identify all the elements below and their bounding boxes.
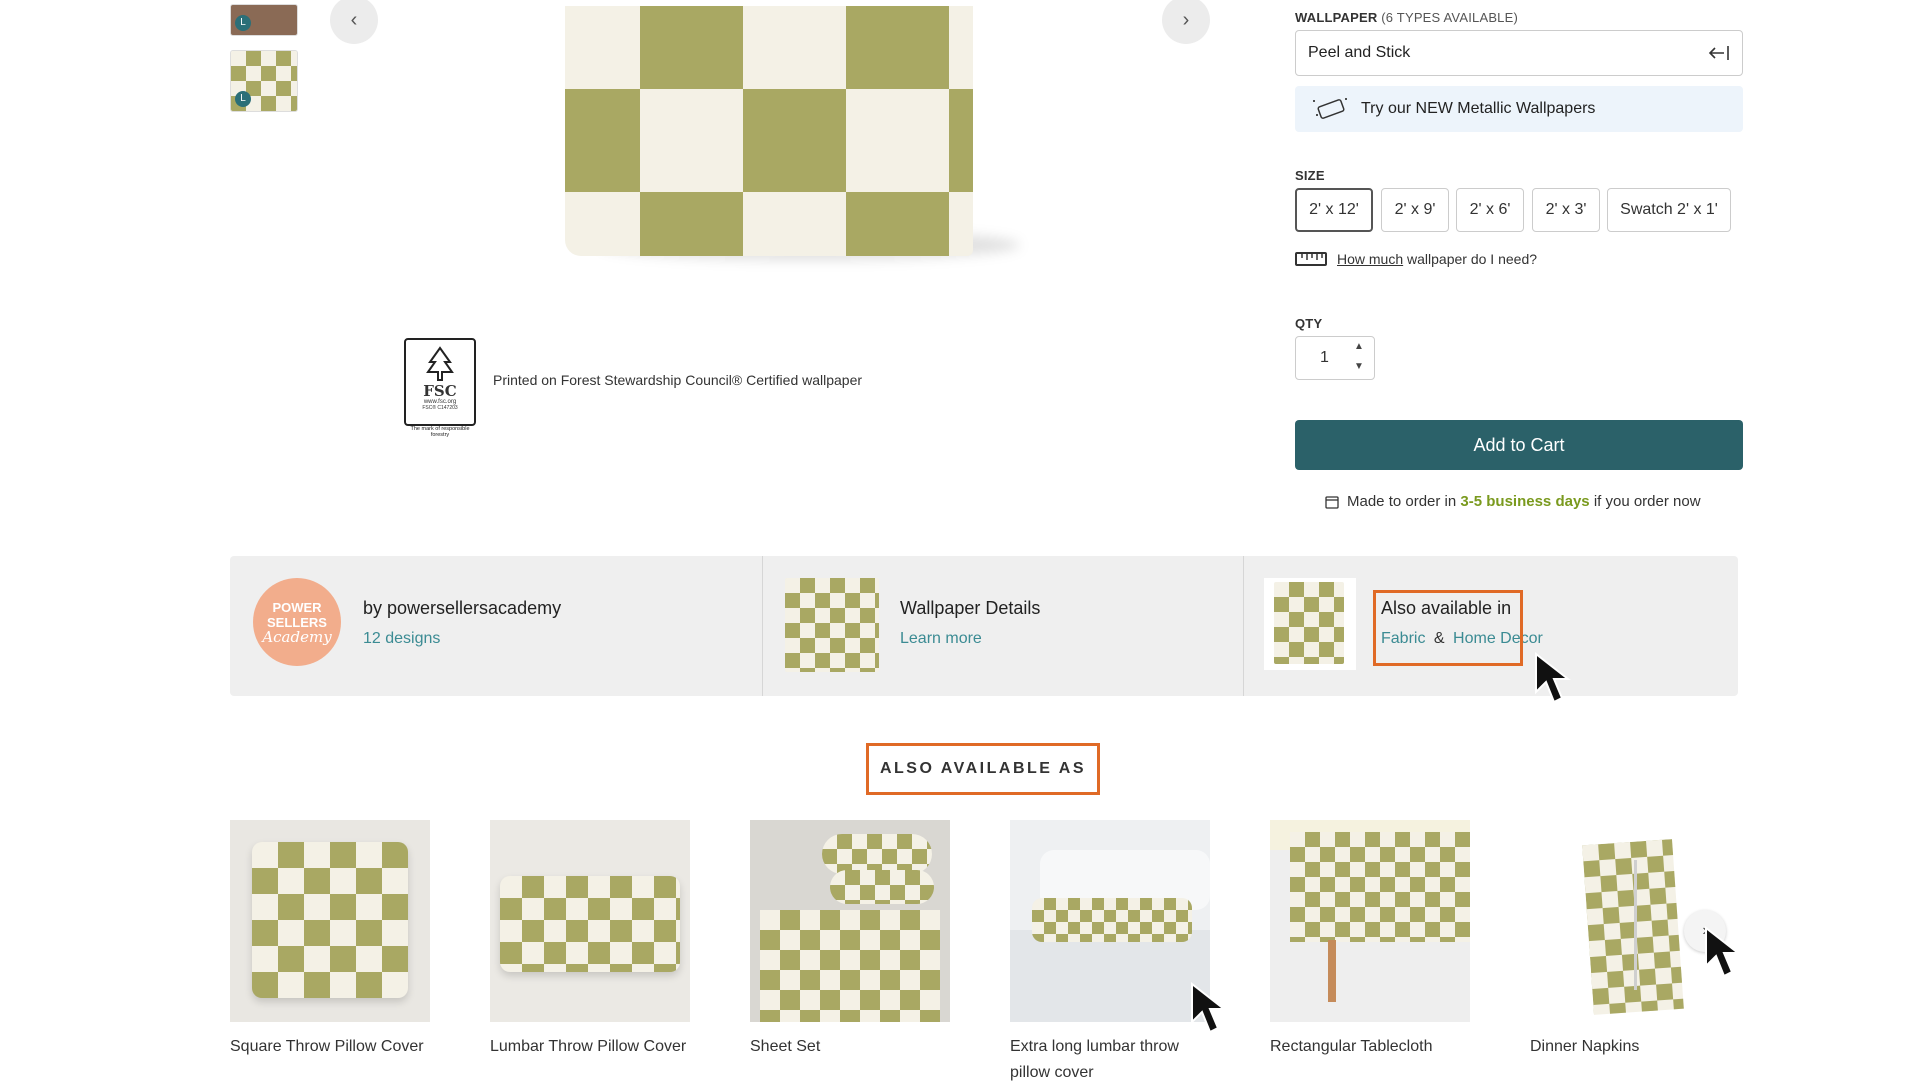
- size-help-text: wallpaper do I need?: [1407, 251, 1538, 267]
- product-image-lumbar-pillow[interactable]: [490, 820, 690, 1022]
- fsc-code: FSC® C147203: [422, 405, 458, 411]
- lumbar-pattern: [500, 876, 680, 972]
- quantity-value: 1: [1320, 349, 1329, 366]
- also-available-pattern-thumbnail: [1274, 582, 1344, 664]
- tablecloth-pattern: [1290, 832, 1470, 942]
- add-to-cart-button[interactable]: Add to Cart: [1295, 420, 1743, 470]
- wallpaper-details-title[interactable]: Wallpaper Details: [900, 598, 1040, 619]
- order-days: 3-5 business days: [1460, 493, 1590, 510]
- fsc-logo: FSC www.fsc.org FSC® C147203: [404, 338, 476, 426]
- chevron-up-icon[interactable]: ▲: [1354, 341, 1364, 352]
- gallery-thumbnail-1[interactable]: L: [230, 4, 298, 36]
- designer-name[interactable]: by powersellersacademy: [363, 598, 561, 619]
- fsc-tagline: The mark of responsible forestry: [410, 426, 470, 438]
- metallic-promo-banner[interactable]: Try our NEW Metallic Wallpapers: [1295, 86, 1743, 132]
- product-name-lumbar-pillow[interactable]: Lumbar Throw Pillow Cover: [490, 1034, 710, 1060]
- product-image-extra-long-lumbar[interactable]: [1010, 820, 1210, 1022]
- also-available-as-heading: ALSO AVAILABLE AS: [866, 743, 1100, 795]
- also-available-highlight: [1373, 590, 1523, 666]
- product-name-sheet-set[interactable]: Sheet Set: [750, 1034, 970, 1060]
- calendar-icon: [1325, 495, 1339, 509]
- sheet-stack: [760, 910, 940, 1022]
- mouse-pointer-icon: [1191, 982, 1227, 1034]
- wallpaper-roll-image: [565, 6, 973, 256]
- fsc-logo-text: FSC: [423, 382, 457, 400]
- pillow-pattern: [252, 842, 408, 998]
- learn-more-link[interactable]: Learn more: [900, 630, 982, 648]
- metallic-promo-text: Try our NEW Metallic Wallpapers: [1361, 100, 1596, 117]
- product-name-dinner-napkins[interactable]: Dinner Napkins: [1530, 1034, 1750, 1060]
- designer-avatar[interactable]: POWER SELLERS Academy: [253, 578, 341, 666]
- product-name-extra-long-lumbar[interactable]: Extra long lumbar throw pillow cover: [1010, 1034, 1210, 1086]
- chevron-down-icon[interactable]: ▼: [1354, 361, 1364, 372]
- wallpaper-type-select[interactable]: Peel and Stick: [1295, 30, 1743, 76]
- avatar-line-1: POWER: [272, 599, 322, 615]
- size-option-2x9[interactable]: 2' x 9': [1381, 188, 1449, 232]
- license-badge: L: [235, 91, 251, 107]
- sheet-pillow-mid: [830, 870, 934, 904]
- mouse-pointer-icon: [1535, 652, 1571, 704]
- product-name-square-pillow[interactable]: Square Throw Pillow Cover: [230, 1034, 450, 1060]
- size-label: SIZE: [1295, 168, 1325, 183]
- fork: [1634, 860, 1637, 990]
- order-suffix: if you order now: [1593, 493, 1701, 510]
- size-option-2x6[interactable]: 2' x 6': [1456, 188, 1524, 232]
- extra-long-pattern: [1032, 898, 1192, 942]
- wallpaper-type-value: Peel and Stick: [1308, 44, 1411, 61]
- product-image-sheet-set[interactable]: [750, 820, 950, 1022]
- table-leg: [1328, 940, 1336, 1002]
- collapse-arrow-icon: [1708, 46, 1729, 60]
- tree-check-icon: [426, 346, 454, 381]
- size-help: How much wallpaper do I need?: [1295, 250, 1537, 268]
- ruler-icon: [1295, 252, 1327, 266]
- gallery-next-button[interactable]: ›: [1162, 0, 1210, 44]
- product-image-square-pillow[interactable]: [230, 820, 430, 1022]
- details-pattern-thumbnail: [785, 578, 879, 672]
- chevron-right-icon: ›: [1182, 8, 1190, 31]
- sparkle-roll-icon: [1313, 98, 1347, 119]
- how-much-link[interactable]: How much: [1337, 251, 1403, 267]
- also-available-thumbnail-frame: [1264, 578, 1356, 670]
- size-option-2x3[interactable]: 2' x 3': [1532, 188, 1600, 232]
- product-name-tablecloth[interactable]: Rectangular Tablecloth: [1270, 1034, 1490, 1060]
- wallpaper-types-note: (6 TYPES AVAILABLE): [1381, 10, 1519, 25]
- mouse-pointer-icon: [1705, 926, 1741, 978]
- size-option-2x12[interactable]: 2' x 12': [1295, 188, 1373, 232]
- wallpaper-label-text: WALLPAPER: [1295, 10, 1378, 25]
- quantity-stepper[interactable]: 1 ▲ ▼: [1295, 336, 1375, 380]
- gallery-thumbnail-2[interactable]: L: [230, 50, 298, 112]
- napkin-pattern: [1582, 839, 1684, 1015]
- sheet-pillow-top: [822, 834, 932, 874]
- bed-surface: [1010, 930, 1210, 1022]
- order-prefix: Made to order in: [1347, 493, 1457, 510]
- gallery-prev-button[interactable]: ‹: [330, 0, 378, 44]
- product-image-tablecloth[interactable]: [1270, 820, 1470, 1022]
- size-option-swatch[interactable]: Swatch 2' x 1': [1607, 188, 1731, 232]
- chevron-left-icon: ‹: [350, 8, 358, 31]
- order-timing: Made to order in 3-5 business days if yo…: [1325, 493, 1701, 510]
- band-divider: [1243, 556, 1244, 696]
- fsc-caption: Printed on Forest Stewardship Council® C…: [493, 372, 863, 388]
- license-badge: L: [235, 15, 251, 31]
- band-divider: [762, 556, 763, 696]
- qty-label: QTY: [1295, 316, 1323, 331]
- designs-count-link[interactable]: 12 designs: [363, 630, 440, 648]
- avatar-line-3: Academy: [262, 627, 332, 646]
- wallpaper-label: WALLPAPER (6 TYPES AVAILABLE): [1295, 10, 1518, 25]
